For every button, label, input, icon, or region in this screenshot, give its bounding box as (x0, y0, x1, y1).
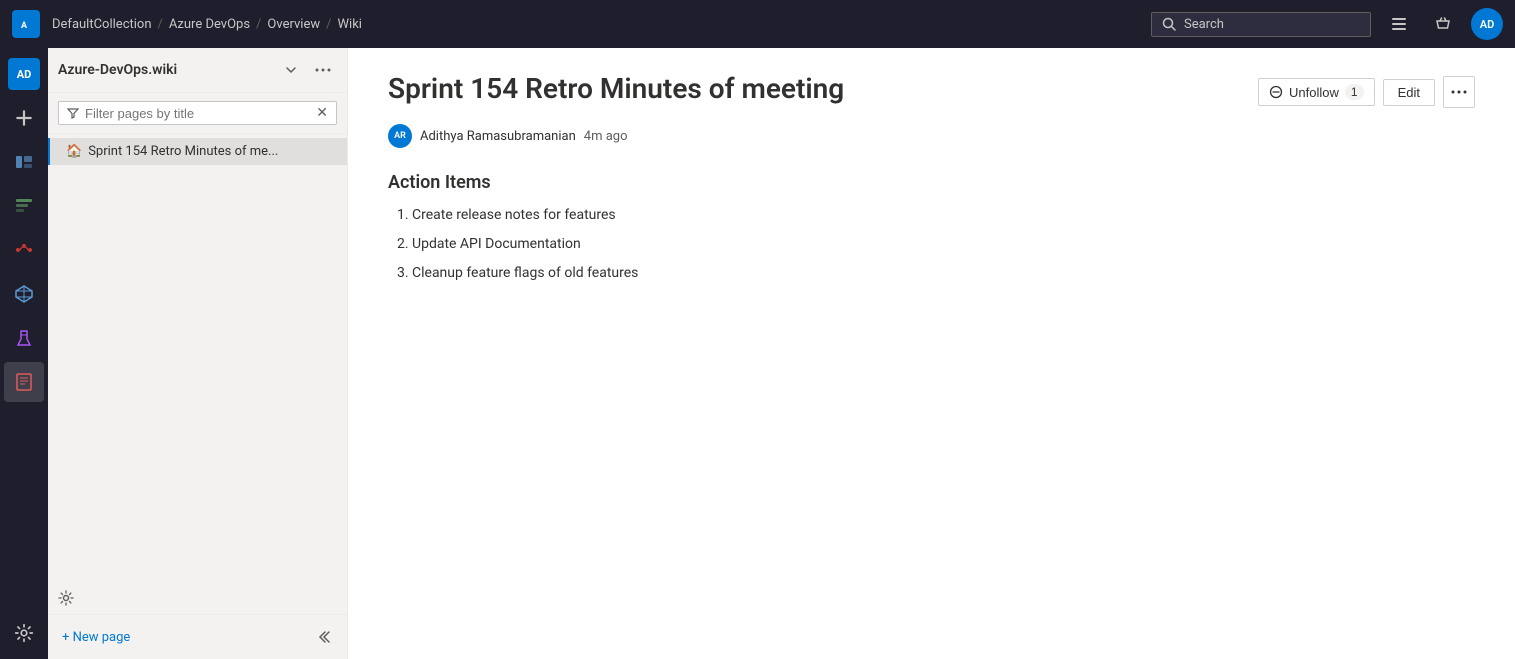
global-search[interactable]: Search (1151, 12, 1371, 37)
tree-item-sprint[interactable]: 🏠 Sprint 154 Retro Minutes of me... (48, 138, 347, 165)
activity-ad-badge: AD (4, 54, 44, 94)
activity-boards[interactable] (4, 142, 44, 182)
content-actions: Unfollow 1 Edit (1258, 76, 1475, 108)
activity-sprints[interactable] (4, 186, 44, 226)
tree-item-label: Sprint 154 Retro Minutes of me... (88, 144, 278, 159)
unfollow-label: Unfollow (1289, 85, 1339, 100)
search-icon (1162, 17, 1176, 31)
page-title: Sprint 154 Retro Minutes of meeting (388, 72, 844, 106)
action-item-2: Update API Documentation (412, 234, 1475, 255)
new-page-btn[interactable]: + New page (58, 626, 134, 649)
sidebar-footer: + New page (48, 614, 347, 659)
action-item-3: Cleanup feature flags of old features (412, 263, 1475, 284)
sidebar-header-actions (277, 56, 337, 84)
breadcrumb: DefaultCollection / Azure DevOps / Overv… (52, 17, 362, 32)
activity-settings[interactable] (4, 613, 44, 653)
follow-count: 1 (1345, 84, 1364, 100)
wiki-dropdown-btn[interactable] (277, 56, 305, 84)
unfollow-button[interactable]: Unfollow 1 (1258, 78, 1375, 106)
breadcrumb-wiki[interactable]: Wiki (338, 17, 362, 32)
more-icon (1451, 90, 1467, 94)
list-icon[interactable] (1383, 8, 1415, 40)
action-item-1: Create release notes for features (412, 205, 1475, 226)
activity-pipelines[interactable] (4, 230, 44, 270)
search-label: Search (1184, 17, 1224, 32)
home-icon: 🏠 (66, 144, 82, 159)
author-row: AR Adithya Ramasubramanian 4m ago (388, 124, 1475, 148)
sidebar: Azure-DevOps.wiki (48, 48, 348, 659)
main-layout: AD (0, 48, 1515, 659)
breadcrumb-overview[interactable]: Overview (267, 17, 320, 32)
content-area: Sprint 154 Retro Minutes of meeting Unfo… (348, 48, 1515, 659)
filter-bar: ✕ (48, 93, 347, 134)
breadcrumb-azuredevops[interactable]: Azure DevOps (169, 17, 250, 32)
activity-bar: AD (0, 48, 48, 659)
action-items-list: Create release notes for features Update… (388, 205, 1475, 284)
settings-btn[interactable] (48, 582, 347, 614)
new-page-label: + New page (62, 630, 130, 645)
top-nav-bar: A DefaultCollection / Azure DevOps / Ove… (0, 0, 1515, 48)
wiki-more-btn[interactable] (309, 56, 337, 84)
filter-icon (67, 107, 79, 119)
activity-test[interactable] (4, 318, 44, 358)
activity-add[interactable] (4, 98, 44, 138)
user-avatar[interactable]: AD (1471, 8, 1503, 40)
edit-button[interactable]: Edit (1383, 79, 1435, 106)
author-avatar: AR (388, 124, 412, 148)
sidebar-tree: 🏠 Sprint 154 Retro Minutes of me... (48, 134, 347, 582)
sidebar-header: Azure-DevOps.wiki (48, 48, 347, 93)
breadcrumb-defaultcollection[interactable]: DefaultCollection (52, 17, 152, 32)
app-logo[interactable]: A (12, 10, 40, 38)
svg-text:A: A (21, 21, 28, 31)
filter-clear-btn[interactable]: ✕ (316, 105, 328, 121)
settings-icon (58, 590, 74, 606)
more-options-button[interactable] (1443, 76, 1475, 108)
wiki-name: Azure-DevOps.wiki (58, 62, 271, 78)
content-header: Sprint 154 Retro Minutes of meeting Unfo… (388, 72, 1475, 108)
time-ago: 4m ago (584, 129, 628, 144)
unfollow-icon (1269, 85, 1283, 99)
filter-input[interactable] (85, 106, 310, 121)
basket-icon[interactable] (1427, 8, 1459, 40)
filter-input-wrap[interactable]: ✕ (58, 101, 337, 125)
activity-wiki[interactable] (4, 362, 44, 402)
collapse-sidebar-btn[interactable] (309, 623, 337, 651)
top-nav-icons: AD (1383, 8, 1503, 40)
section-title: Action Items (388, 172, 1475, 193)
activity-artifacts[interactable] (4, 274, 44, 314)
author-name: Adithya Ramasubramanian (420, 129, 576, 144)
